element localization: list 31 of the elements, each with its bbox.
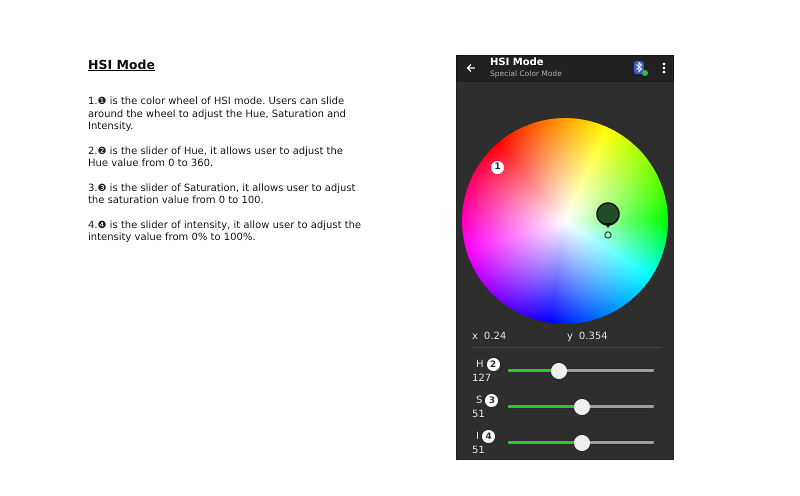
slider-value: 51 xyxy=(472,409,485,420)
color-wheel[interactable]: 1 xyxy=(462,118,668,324)
slider-label: S xyxy=(476,395,482,406)
color-picker-marker[interactable] xyxy=(595,202,621,240)
number-badge: 1 xyxy=(491,160,504,174)
slider-value: 51 xyxy=(472,445,485,456)
screen-title: HSI Mode xyxy=(490,57,545,70)
slider-thumb[interactable] xyxy=(574,399,590,415)
more-options-icon[interactable] xyxy=(662,62,666,74)
number-badge: 2 xyxy=(486,358,500,371)
slider-track[interactable] xyxy=(508,399,654,415)
paragraph: 1.❶ is the color wheel of HSI mode. Users can slide around the wheel to adjust the Hue, Saturation and Intensity. xyxy=(88,96,347,134)
slider-label: I xyxy=(476,431,479,442)
slider-label: H xyxy=(476,359,484,370)
slider-track[interactable] xyxy=(508,363,654,379)
section-title: HSI Mode xyxy=(88,57,156,72)
paragraph: 4.❹ is the slider of intensity, it allow user to adjust the intensity value from 0% to 100%. xyxy=(88,220,362,244)
slider-thumb[interactable] xyxy=(551,363,568,379)
back-arrow-icon[interactable] xyxy=(466,63,476,74)
number-badge: 3 xyxy=(485,394,498,407)
x-label: x xyxy=(472,331,478,342)
number-badge: 4 xyxy=(482,430,495,443)
slider-thumb[interactable] xyxy=(574,435,590,451)
slider-track[interactable] xyxy=(508,435,654,451)
y-label: y xyxy=(567,331,573,342)
x-value: 0.24 xyxy=(484,331,506,342)
paragraph: 2.❷ is the slider of Hue, it allows user to adjust the Hue value from 0 to 360. xyxy=(88,146,344,170)
bluetooth-icon[interactable] xyxy=(634,60,648,76)
paragraph: 3.❸ is the slider of Saturation, it allows user to adjust the saturation value from 0 to 100. xyxy=(88,182,356,208)
slider-value: 127 xyxy=(472,373,492,384)
y-value: 0.354 xyxy=(578,331,608,342)
